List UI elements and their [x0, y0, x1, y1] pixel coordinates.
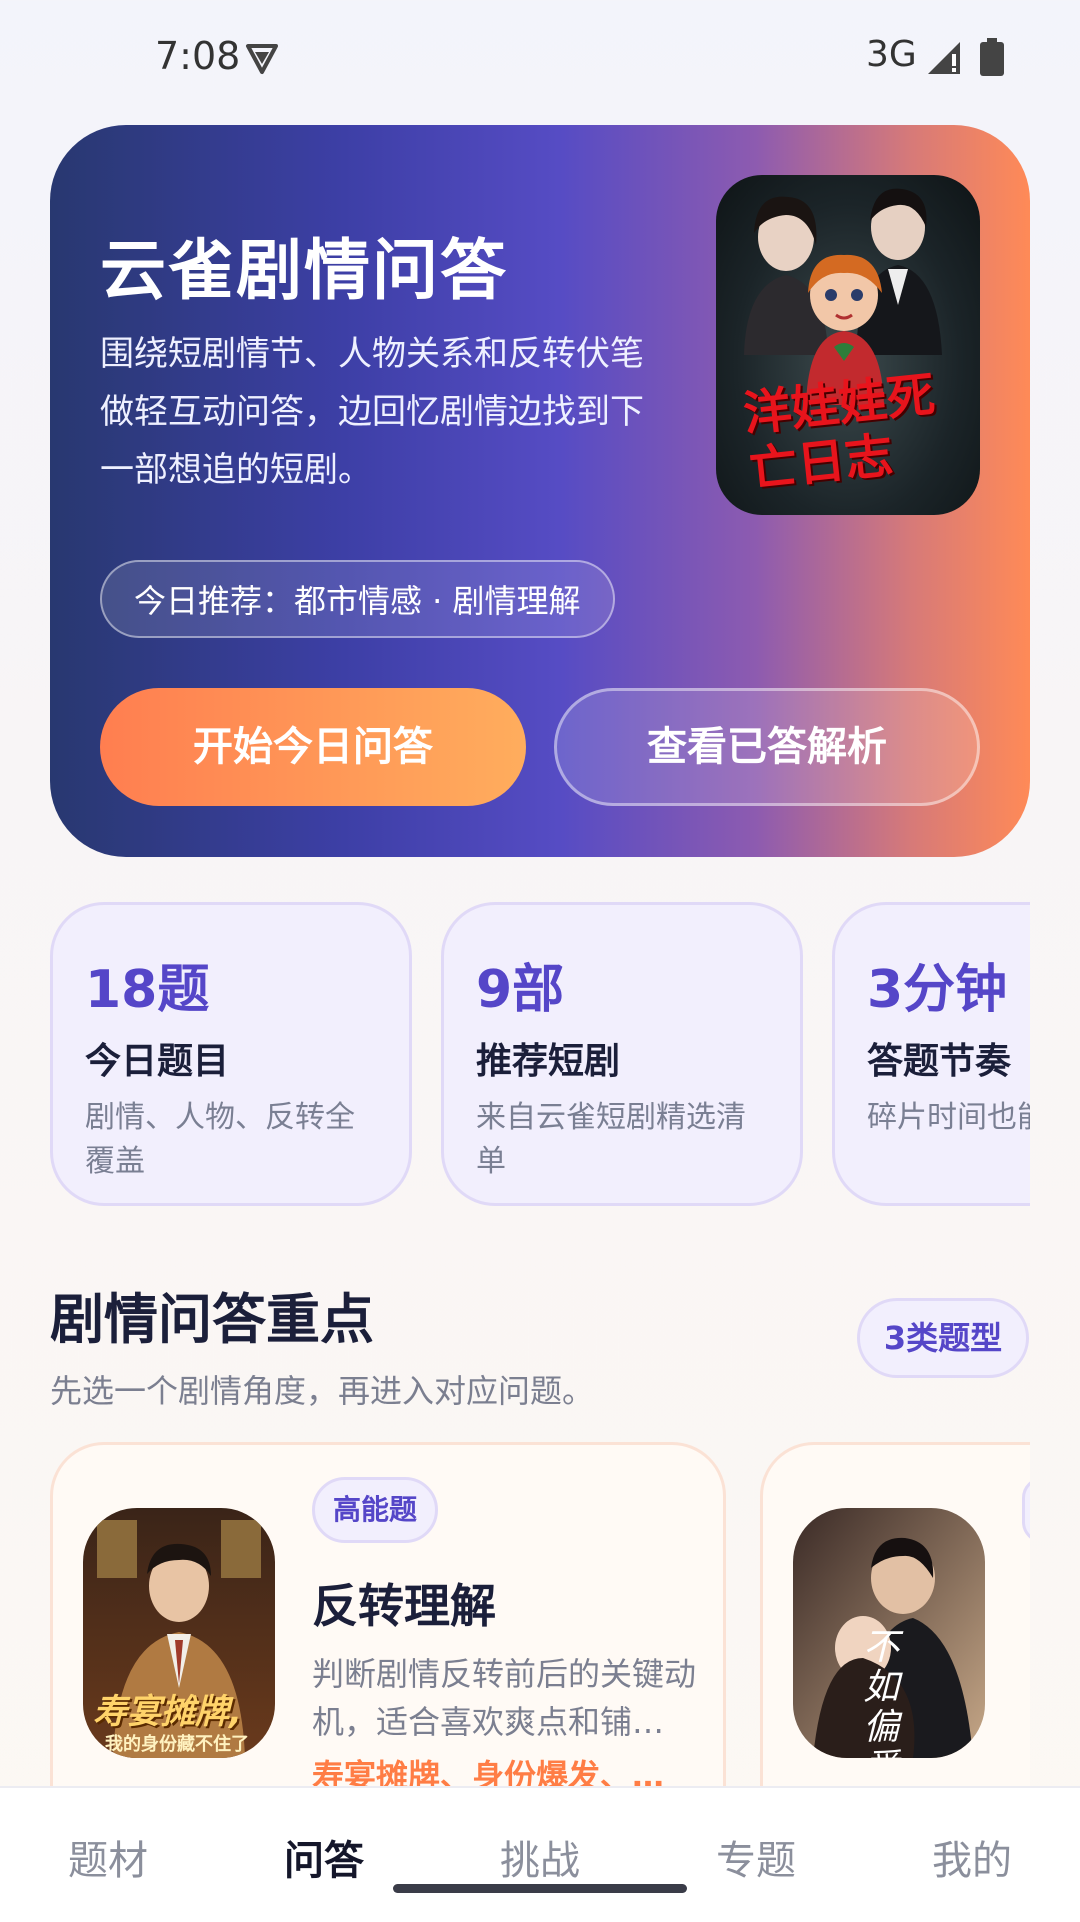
focus-cards: 寿宴摊牌, 我的身份藏不住了 高能题 反转理解 判断剧情反转前后的关键动机，适合… [50, 1442, 1030, 1787]
stat-value: 9部 [476, 960, 565, 1020]
nav-item-mine[interactable]: 我的 [864, 1828, 1080, 1886]
recommend-tag[interactable]: 今日推荐：都市情感 · 剧情理解 [100, 560, 615, 638]
hero-poster[interactable]: 洋娃娃死亡日志 [716, 175, 980, 515]
view-analysis-button[interactable]: 查看已答解析 [554, 688, 980, 806]
question-types-badge[interactable]: 3类题型 [857, 1298, 1029, 1378]
card-title: 反转理解 [312, 1579, 496, 1633]
status-bar: 7:08 3G [0, 0, 1080, 110]
gesture-handle[interactable] [393, 1884, 687, 1893]
nav-item-specials[interactable]: 专题 [648, 1828, 864, 1886]
stat-label: 答题节奏 [867, 1041, 1012, 1082]
stat-desc: 来自云雀短剧精选清单 [476, 1100, 746, 1179]
status-time: 7:08 [155, 34, 241, 78]
stat-desc: 剧情、人物、反转全覆盖 [85, 1100, 355, 1179]
thumb-subtitle: 我的身份藏不住了 [105, 1734, 249, 1755]
stat-value: 3分钟 [867, 960, 1008, 1020]
card-chip [1022, 1477, 1030, 1543]
section-title: 剧情问答重点 [50, 1288, 374, 1351]
stats-row: 18题 今日题目 剧情、人物、反转全覆盖 9部 推荐短剧 来自云雀短剧精选清单 … [50, 902, 1030, 1208]
focus-card[interactable]: 寿宴摊牌, 我的身份藏不住了 高能题 反转理解 判断剧情反转前后的关键动机，适合… [50, 1442, 726, 1787]
signal-icon [928, 42, 960, 74]
hero-title: 云雀剧情问答 [100, 232, 508, 309]
card-thumbnail: 不如偏爱 [793, 1508, 985, 1758]
thumb-title: 寿宴摊牌, [93, 1692, 242, 1732]
stat-card-pace[interactable]: 3分钟 答题节奏 碎片时间也能参与 [832, 902, 1030, 1206]
battery-icon [980, 38, 1004, 76]
card-tags: 寿宴摊牌、身份爆发、… [312, 1757, 665, 1787]
vpn-shield-icon [246, 44, 278, 74]
nav-item-qa[interactable]: 问答 [216, 1828, 432, 1886]
stat-label: 今日题目 [85, 1041, 230, 1082]
stat-label: 推荐短剧 [476, 1041, 621, 1082]
focus-card[interactable]: 不如偏爱 [760, 1442, 1030, 1787]
network-type: 3G [866, 34, 917, 75]
bottom-nav: 题材 问答 挑战 专题 我的 [0, 1786, 1080, 1922]
thumb-title: 不如偏爱 [863, 1627, 900, 1759]
poster-title: 洋娃娃死亡日志 [740, 366, 938, 499]
card-desc: 判断剧情反转前后的关键动机，适合喜欢爽点和铺… [312, 1655, 697, 1741]
stat-value: 18题 [85, 960, 210, 1020]
section-subtitle: 先选一个剧情角度，再进入对应问题。 [50, 1372, 595, 1410]
stat-card-dramas[interactable]: 9部 推荐短剧 来自云雀短剧精选清单 [441, 902, 803, 1206]
nav-item-challenge[interactable]: 挑战 [432, 1828, 648, 1886]
hero-description: 围绕短剧情节、人物关系和反转伏笔做轻互动问答，边回忆剧情边找到下一部想追的短剧。 [100, 334, 644, 490]
card-chip: 高能题 [312, 1477, 439, 1543]
card-thumbnail: 寿宴摊牌, 我的身份藏不住了 [83, 1508, 275, 1758]
stat-desc: 碎片时间也能参与 [867, 1100, 1030, 1135]
nav-item-topics[interactable]: 题材 [0, 1828, 216, 1886]
stat-card-questions[interactable]: 18题 今日题目 剧情、人物、反转全覆盖 [50, 902, 412, 1206]
hero-banner: 云雀剧情问答 围绕短剧情节、人物关系和反转伏笔做轻互动问答，边回忆剧情边找到下一… [50, 125, 1030, 857]
start-quiz-button[interactable]: 开始今日问答 [100, 688, 526, 806]
